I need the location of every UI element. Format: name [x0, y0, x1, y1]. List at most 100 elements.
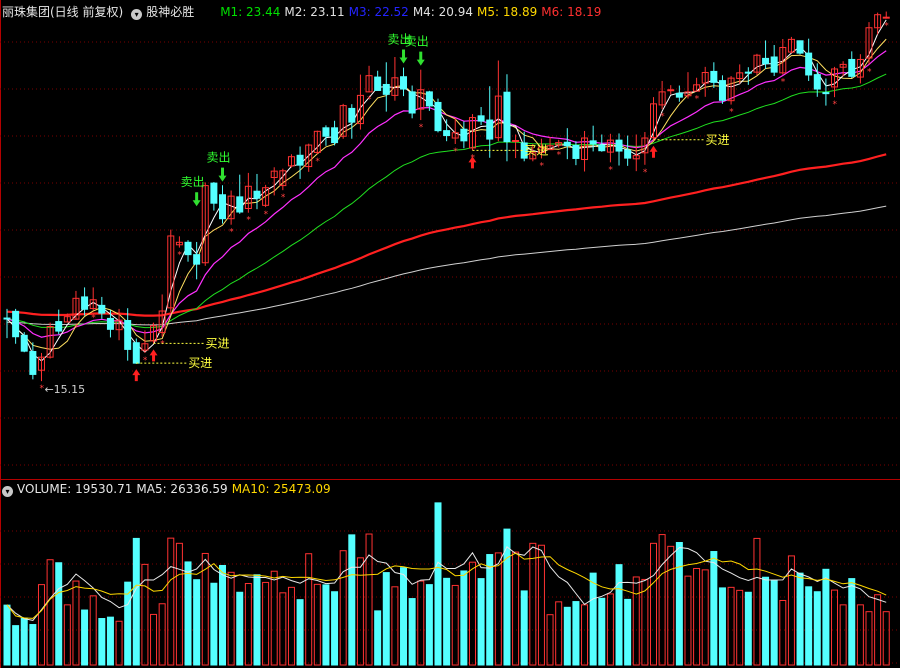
- signal-star: *: [264, 210, 269, 220]
- volume-ma5: MA5: 26336.59: [136, 482, 228, 496]
- volume-bar: [736, 589, 744, 666]
- sell-arrow-icon: [218, 167, 227, 182]
- dropdown-icon[interactable]: ▾: [131, 9, 143, 20]
- ma-label-m5: M5: 18.89: [477, 5, 538, 19]
- candle-down: [408, 91, 416, 114]
- candle-down: [382, 83, 390, 95]
- volume-bar: [529, 542, 537, 666]
- volume-bar: [822, 568, 830, 666]
- volume-bar: [287, 586, 295, 666]
- candle-down: [296, 154, 304, 166]
- volume-bar: [598, 597, 606, 666]
- volume-bar: [831, 589, 839, 666]
- volume-bar: [184, 561, 192, 666]
- buy-signal-label: 买进: [706, 133, 730, 147]
- volume-bar: [158, 603, 166, 666]
- volume-bar: [520, 590, 528, 666]
- volume-bar: [477, 578, 485, 666]
- volume-bar: [98, 618, 106, 666]
- ma-line-m4: [6, 73, 887, 329]
- volume-bar: [305, 553, 313, 666]
- candle-down: [374, 76, 382, 91]
- volume-bar: [331, 591, 339, 666]
- candle-down: [762, 57, 770, 65]
- volume-bar: [356, 557, 364, 666]
- candle-down: [770, 56, 778, 73]
- volume-bar: [753, 537, 761, 666]
- volume-value: VOLUME: 19530.71: [17, 482, 133, 496]
- price-panel-header: 丽珠集团(日线 前复权) ▾ 股神必胜 M1: 23.44 M2: 23.11 M3: 2…: [2, 3, 605, 21]
- candle-down: [710, 70, 718, 83]
- candle-down: [848, 58, 856, 77]
- signal-star: *: [557, 151, 562, 161]
- volume-bar: [443, 577, 451, 666]
- volume-bar: [813, 591, 821, 666]
- candle-down: [718, 80, 726, 101]
- volume-bar: [779, 599, 787, 666]
- volume-bar: [710, 551, 718, 666]
- volume-bar: [219, 564, 226, 666]
- volume-bar: [262, 581, 270, 666]
- volume-bar: [641, 578, 649, 666]
- candle-down: [348, 107, 356, 123]
- candle-down: [184, 241, 192, 256]
- volume-bar: [632, 576, 640, 666]
- volume-bar: [546, 614, 554, 666]
- candle-down: [3, 317, 11, 320]
- volume-bar: [572, 601, 580, 666]
- signal-star: *: [229, 228, 234, 238]
- volume-bar: [796, 572, 804, 666]
- volume-bar: [253, 574, 261, 666]
- signal-star: *: [246, 216, 251, 226]
- buy-signal-label: 买进: [524, 143, 548, 157]
- sell-arrow-icon: [399, 49, 408, 64]
- volume-bar: [270, 570, 278, 666]
- volume-bar: [468, 561, 476, 666]
- candle-down: [477, 115, 485, 122]
- volume-bar: [486, 554, 494, 666]
- volume-bar: [210, 582, 218, 666]
- volume-bar: [339, 550, 347, 666]
- volume-bar: [3, 604, 11, 666]
- volume-bar: [425, 584, 433, 666]
- volume-bar: [382, 572, 390, 666]
- volume-bar: [106, 616, 114, 666]
- volume-bar: [417, 580, 425, 666]
- volume-bar: [365, 533, 373, 666]
- ma-label-m6: M6: 18.19: [541, 5, 602, 19]
- volume-bar: [606, 593, 614, 666]
- signal-star: *: [177, 251, 182, 261]
- volume-bar: [701, 569, 709, 666]
- volume-bar: [236, 591, 244, 666]
- volume-bar: [494, 552, 502, 666]
- volume-bar: [374, 610, 382, 666]
- signal-star: *: [74, 323, 79, 333]
- candle-down: [55, 321, 63, 332]
- volume-bar: [675, 542, 683, 666]
- volume-bar: [12, 625, 20, 666]
- volume-bar: [391, 586, 399, 666]
- volume-bar: [693, 567, 701, 666]
- candle-down: [210, 182, 218, 204]
- candle-down: [193, 254, 201, 265]
- signal-star: *: [160, 340, 165, 350]
- volume-bar: [744, 591, 752, 666]
- candle-down: [236, 196, 244, 213]
- candle-down: [425, 91, 433, 107]
- ma-label-m1: M1: 23.44: [220, 5, 281, 19]
- volume-bar: [89, 595, 97, 666]
- volume-bar: [503, 528, 511, 666]
- volume-bar: [72, 580, 80, 666]
- volume-bar: [193, 579, 201, 666]
- volume-bar: [848, 578, 856, 666]
- buy-arrow-icon: [132, 369, 141, 382]
- volume-bar: [555, 601, 563, 666]
- buy-arrow-icon: [649, 145, 658, 158]
- volume-bar: [244, 583, 252, 666]
- indicator-name[interactable]: 股神必胜: [146, 5, 194, 19]
- signal-star: *: [281, 193, 286, 203]
- ma-line-m6: [6, 153, 887, 317]
- sell-signal-label: 卖出: [207, 151, 231, 165]
- dropdown-icon[interactable]: ▾: [2, 486, 13, 497]
- volume-bar: [581, 604, 589, 666]
